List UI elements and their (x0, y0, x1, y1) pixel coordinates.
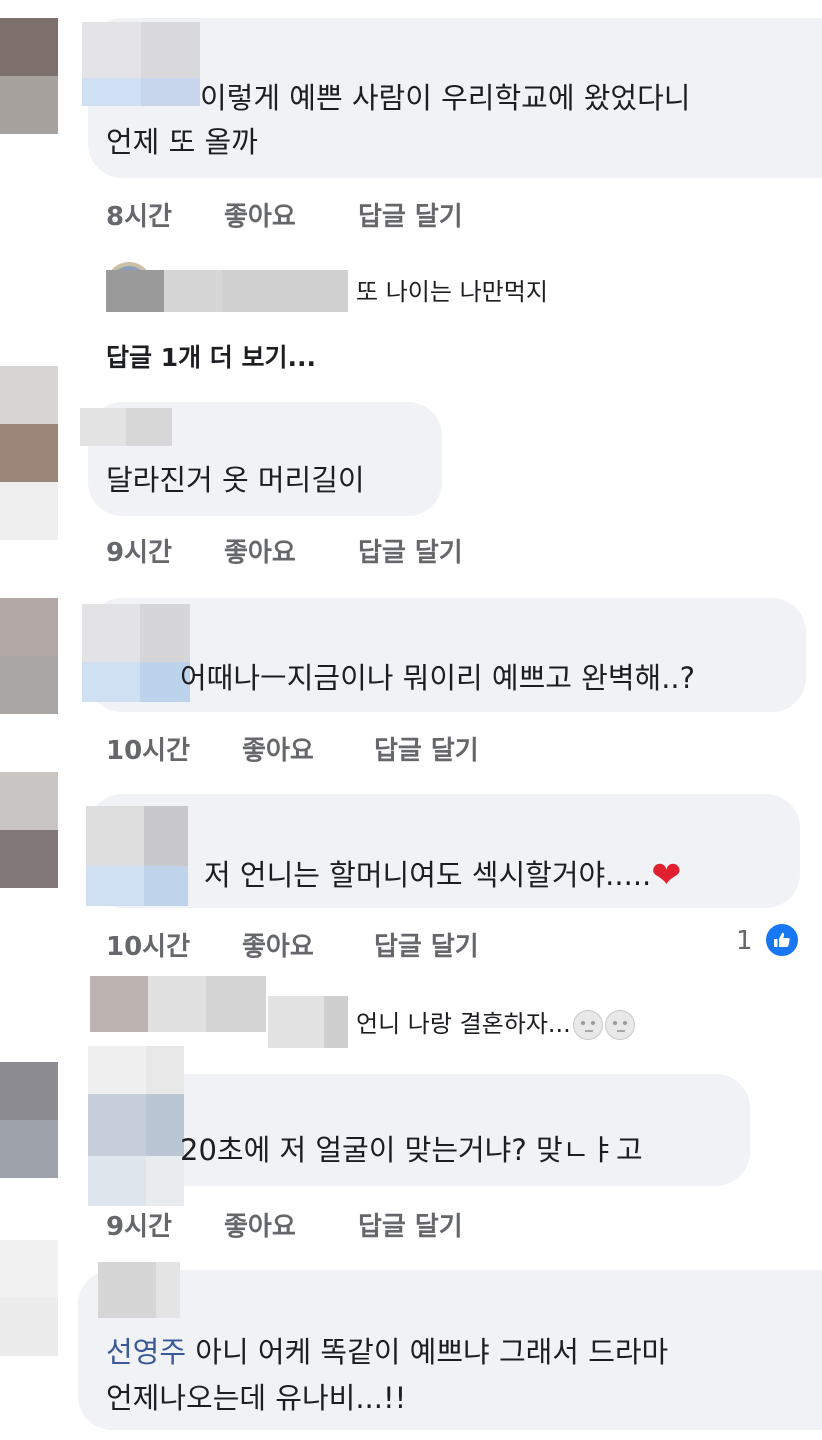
reply-link[interactable]: 답글 달기 (374, 730, 479, 767)
comment-text-line: 언제나오는데 유나비...!! (106, 1381, 407, 1415)
comment-text-line: 이렇게 예쁜 사람이 우리학교에 왔었다니 (200, 81, 691, 115)
reply-text: 또 나이는 나만먹지 (356, 278, 548, 306)
avatar[interactable] (0, 598, 58, 714)
avatar[interactable] (0, 1062, 58, 1178)
like-link[interactable]: 좋아요 (224, 532, 296, 569)
like-link[interactable]: 좋아요 (224, 196, 296, 233)
comment-text-line: 어때나ㅡ지금이나 뭐이리 예쁘고 완벽해..? (180, 661, 696, 695)
commenter-name-redacted (86, 806, 188, 906)
reply-name-redacted (268, 996, 348, 1048)
reply-link[interactable]: 답글 달기 (358, 196, 463, 233)
comment-text-line: 언제 또 올까 (106, 125, 258, 159)
reply-link[interactable]: 답글 달기 (374, 926, 479, 963)
timestamp[interactable]: 9시간 (106, 1206, 172, 1243)
comment-text: 아니 어케 똑같이 예쁘냐 그래서 드라마 (195, 1335, 669, 1369)
mention-link[interactable]: 선영주 (106, 1335, 186, 1369)
reply-text: 언니 나랑 결혼하자... (356, 1004, 635, 1040)
timestamp[interactable]: 9시간 (106, 532, 172, 569)
comment-text-line: 저 언니는 할머니여도 섹시할거야.....❤ (204, 852, 681, 897)
heart-icon: ❤ (651, 855, 682, 896)
comment-text-line: 20초에 저 얼굴이 맞는거냐? 맞ㄴㅑ고 (180, 1133, 643, 1167)
full-moon-face-icon (572, 1010, 603, 1040)
like-thumb-icon[interactable] (764, 922, 800, 958)
reply-avatar-redacted[interactable] (90, 976, 266, 1032)
reply-link[interactable]: 답글 달기 (358, 532, 463, 569)
timestamp[interactable]: 10시간 (106, 730, 190, 767)
timestamp[interactable]: 8시간 (106, 196, 172, 233)
reaction-count[interactable]: 1 (736, 926, 753, 956)
commenter-name-redacted (82, 22, 200, 106)
like-link[interactable]: 좋아요 (242, 926, 314, 963)
commenter-name-redacted (82, 604, 190, 702)
avatar[interactable] (0, 1240, 58, 1356)
avatar[interactable] (0, 366, 58, 540)
full-moon-face-icon (604, 1010, 635, 1040)
comment-text: 저 언니는 할머니여도 섹시할거야..... (204, 858, 652, 892)
commenter-name-redacted (80, 408, 172, 446)
reply-name-redacted (106, 270, 348, 312)
commenter-name-redacted (98, 1262, 180, 1318)
like-link[interactable]: 좋아요 (224, 1206, 296, 1243)
reply-link[interactable]: 답글 달기 (358, 1206, 463, 1243)
like-link[interactable]: 좋아요 (242, 730, 314, 767)
avatar[interactable] (0, 772, 58, 888)
view-more-replies-link[interactable]: 답글 1개 더 보기... (106, 338, 316, 374)
comment-text-line: 선영주 아니 어케 똑같이 예쁘냐 그래서 드라마 (106, 1330, 668, 1374)
timestamp[interactable]: 10시간 (106, 926, 190, 963)
avatar[interactable] (0, 18, 58, 134)
commenter-name-redacted (88, 1046, 184, 1206)
comment-text-line: 달라진거 옷 머리길이 (106, 463, 365, 497)
